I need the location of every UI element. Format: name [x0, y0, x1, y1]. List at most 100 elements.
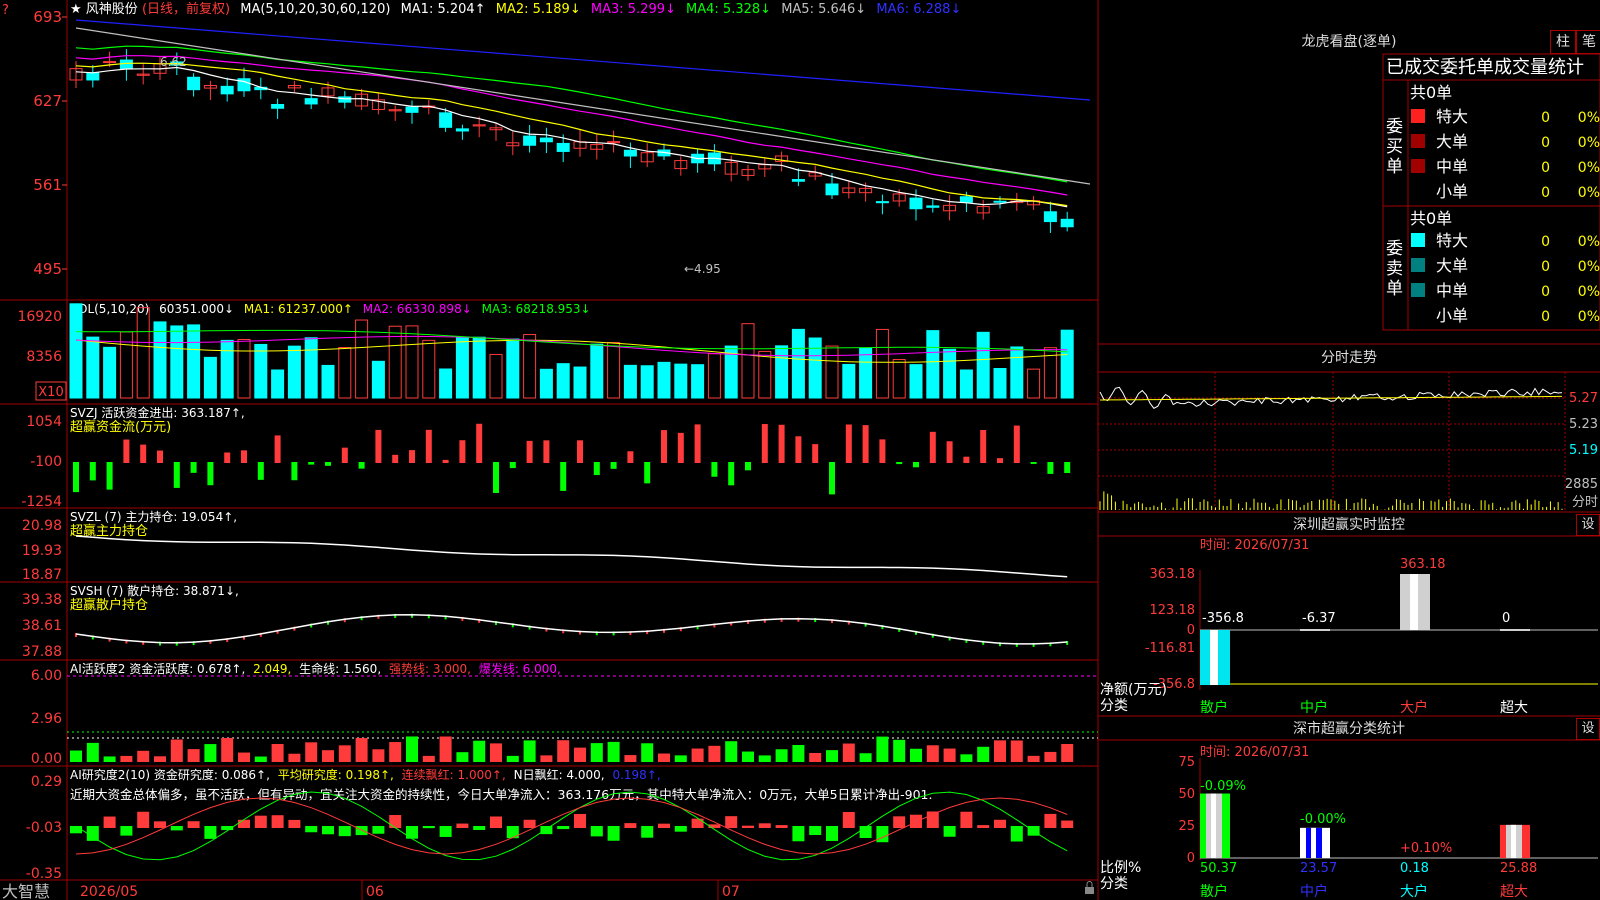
- intraday-title: 分时走势: [1321, 350, 1377, 366]
- svg-text:卖: 卖: [1386, 259, 1403, 279]
- research-bar: [523, 819, 536, 828]
- order-type: 特大: [1436, 107, 1468, 126]
- active-bar: [238, 752, 250, 762]
- sz-monitor-chart: 363.18123.180-116.81-356.8-356.8 -6.37363…: [1100, 557, 1598, 716]
- tab-tick[interactable]: 笔: [1576, 30, 1600, 54]
- volume-bar: [1060, 329, 1074, 399]
- active-bar: [557, 740, 570, 762]
- stock-chart-screen: 693 627 561 495 ? ★ 风神股份 (日线，前复权) MA(5,1…: [0, 0, 1600, 900]
- candle: [119, 59, 133, 70]
- active-bar: [288, 753, 301, 762]
- y-label: 693: [33, 8, 62, 26]
- y-label: -116.81: [1145, 641, 1195, 656]
- active-bar: [456, 752, 469, 762]
- brand-label[interactable]: 大智慧: [2, 882, 50, 900]
- vol-unit: X10: [38, 385, 63, 400]
- period-label: (日线，前复权): [142, 1, 230, 17]
- svg-text:5.27: 5.27: [1569, 391, 1598, 406]
- svg-text:18.87: 18.87: [22, 567, 62, 583]
- candle: [623, 149, 637, 157]
- svg-text:19.93: 19.93: [22, 543, 62, 559]
- settings-button[interactable]: 设: [1576, 718, 1600, 740]
- active-bar: [372, 749, 385, 762]
- volume-bar: [959, 369, 973, 399]
- corner-marker: ?: [2, 3, 9, 18]
- lock-icon[interactable]: [1085, 881, 1094, 895]
- active-bar: [523, 740, 536, 762]
- volume-bar: [573, 366, 587, 399]
- flow-bar: [106, 462, 113, 490]
- volume-bar: [993, 367, 1007, 399]
- active-bar: [926, 745, 939, 762]
- color-swatch: [1411, 283, 1425, 297]
- candle: [539, 137, 553, 143]
- research-bar: [1010, 826, 1023, 842]
- order-count: 0: [1541, 284, 1550, 300]
- active-bar: [187, 749, 200, 762]
- research-bar: [1061, 820, 1074, 828]
- flow-bar: [963, 456, 970, 463]
- ai-active-y-axis: 6.00 2.96 0.00: [31, 668, 62, 767]
- bar-top-label: -0.09%: [1200, 779, 1246, 794]
- research-bar: [103, 816, 116, 828]
- tab-bar-chart[interactable]: 柱: [1550, 30, 1576, 54]
- y-label: 561: [33, 176, 62, 194]
- settings-button[interactable]: 设: [1576, 514, 1600, 536]
- candle: [1060, 218, 1074, 228]
- intraday-plot[interactable]: [1098, 372, 1566, 512]
- y-label: 363.18: [1150, 567, 1196, 582]
- flow-bar: [644, 462, 651, 484]
- flow-bar: [728, 462, 735, 486]
- active-bar: [490, 743, 502, 762]
- volume-bar: [136, 307, 150, 399]
- bar-top-label: -0.00%: [1300, 812, 1346, 827]
- color-swatch: [1411, 159, 1425, 173]
- flow-bar: [862, 425, 869, 463]
- candle: [439, 112, 453, 128]
- volume-bar: [976, 331, 990, 399]
- flow-bar: [711, 462, 718, 477]
- flow-bar: [812, 444, 819, 463]
- active-bar: [422, 755, 435, 762]
- research-bar: [86, 826, 99, 841]
- volume-bar: [674, 363, 688, 399]
- research-bar: [187, 821, 200, 828]
- research-bar: [624, 823, 637, 828]
- active-bar: [725, 741, 738, 762]
- candlestick-plot[interactable]: [69, 19, 1091, 233]
- axis-title: 比例%: [1100, 860, 1141, 876]
- candle: [187, 76, 201, 91]
- candle: [926, 205, 940, 208]
- flow-bar: [442, 459, 449, 463]
- flow-bar: [224, 452, 231, 463]
- flow-bar: [89, 462, 96, 481]
- candle: [791, 179, 805, 182]
- volume-bar: [254, 343, 268, 399]
- candle: [220, 85, 234, 95]
- active-bar: [574, 747, 586, 762]
- flow-bar: [661, 430, 667, 463]
- candle: [86, 72, 100, 81]
- volume-bar: [472, 336, 486, 399]
- y-label: 123.18: [1150, 603, 1196, 618]
- order-pct: 0%: [1578, 284, 1600, 300]
- volume-bar: [489, 353, 503, 399]
- bar-highlight: [1210, 630, 1218, 686]
- active-bar: [1027, 755, 1040, 762]
- research-bar: [154, 821, 166, 828]
- research-bar: [893, 816, 906, 828]
- active-bar: [826, 750, 838, 762]
- volume-bar: [657, 361, 671, 399]
- research-bar: [960, 811, 973, 828]
- ma2-line: [75, 62, 1068, 207]
- candle: [405, 106, 419, 113]
- bar-bottom-label: 25.88: [1500, 861, 1537, 876]
- flow-bar: [946, 441, 953, 463]
- sz-class-chart: 75 50 25 0 -0.09% 50.37 -0.00% 23.57 +0.10% 0.18 2…: [1100, 755, 1598, 900]
- flow-bar: [123, 439, 130, 463]
- ai-active-header: AI活跃度2 资金活跃度: 0.678↑, 2.049, 生命线: 1.560,…: [70, 661, 561, 676]
- volume-bar: [220, 339, 234, 399]
- volume-bar: [875, 328, 889, 399]
- flow-bar: [476, 423, 483, 463]
- flow-bar: [241, 450, 247, 463]
